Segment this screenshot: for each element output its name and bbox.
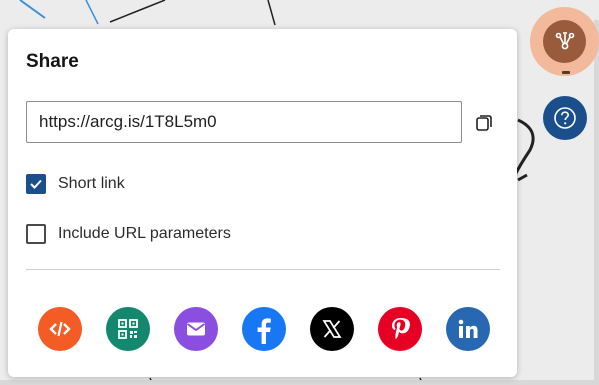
pinterest-button[interactable] — [378, 307, 422, 351]
checkbox-unchecked-icon — [26, 224, 46, 244]
qr-code-button[interactable] — [106, 307, 150, 351]
pinterest-icon — [392, 318, 410, 340]
question-icon — [554, 107, 576, 129]
share-toggle-button[interactable] — [530, 7, 599, 76]
copy-button[interactable] — [474, 113, 494, 133]
active-indicator — [562, 71, 570, 74]
facebook-button[interactable] — [242, 307, 286, 351]
copy-icon — [476, 115, 492, 131]
linkedin-icon — [458, 319, 478, 338]
panel-title: Share — [26, 51, 79, 72]
email-button[interactable] — [174, 307, 218, 351]
facebook-icon — [257, 318, 271, 344]
share-icon — [543, 20, 586, 63]
short-link-checkbox[interactable]: Short link — [26, 174, 125, 194]
code-icon — [49, 321, 71, 337]
short-link-label: Short link — [58, 175, 125, 192]
include-url-params-label: Include URL parameters — [58, 225, 231, 242]
include-url-params-checkbox[interactable]: Include URL parameters — [26, 224, 231, 244]
x-logo-icon — [322, 320, 342, 338]
help-button[interactable] — [543, 96, 587, 140]
divider — [26, 269, 500, 270]
share-url-field[interactable]: https://arcg.is/1T8L5m0 — [26, 101, 462, 143]
x-button[interactable] — [310, 307, 354, 351]
share-panel: Share https://arcg.is/1T8L5m0 Short link… — [8, 29, 517, 377]
linkedin-button[interactable] — [446, 307, 490, 351]
checkbox-checked-icon — [26, 174, 46, 194]
qr-code-icon — [118, 319, 138, 339]
envelope-icon — [186, 322, 206, 336]
embed-button[interactable] — [38, 307, 82, 351]
